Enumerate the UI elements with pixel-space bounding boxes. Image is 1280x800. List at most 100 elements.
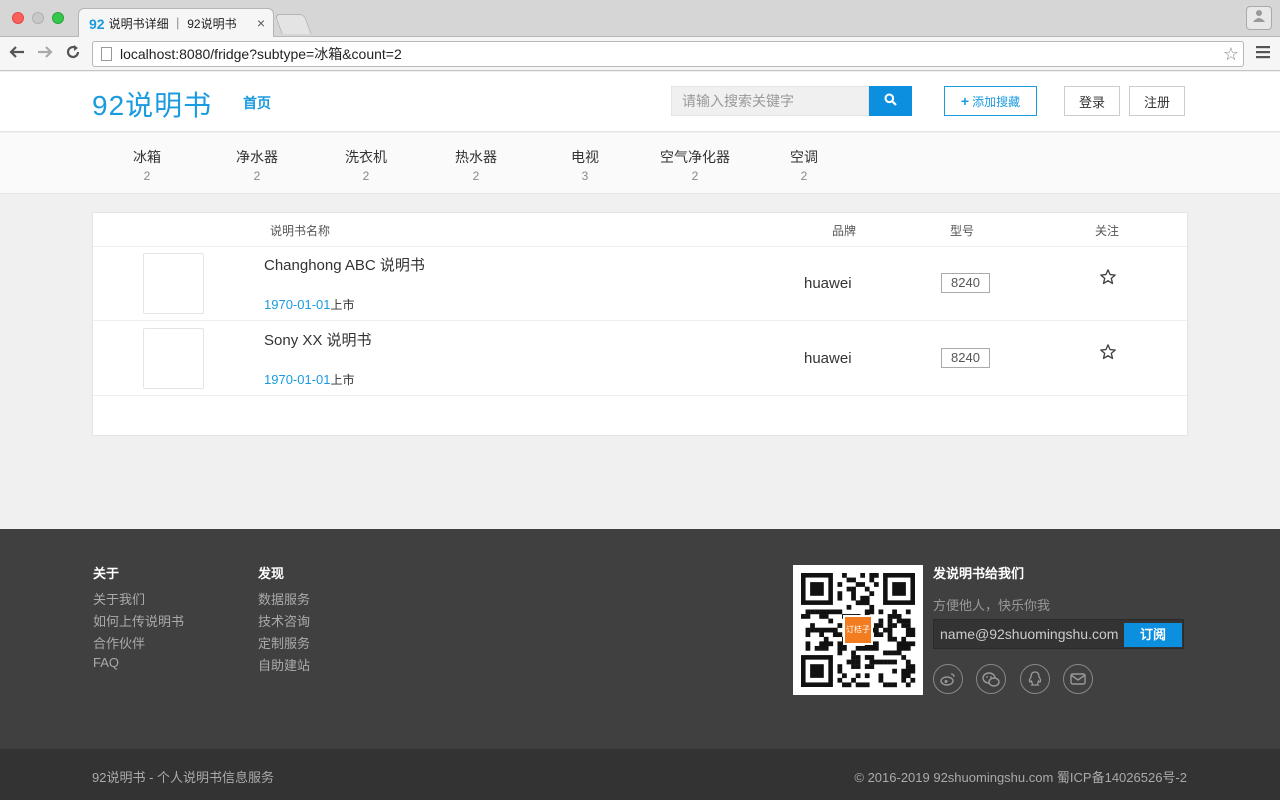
category-count: 2 <box>362 169 370 183</box>
forward-arrow-icon[interactable] <box>36 43 54 65</box>
reload-icon[interactable] <box>64 43 82 65</box>
browser-tab[interactable]: 92 说明书详细 ｜ 92说明书 × <box>78 8 274 38</box>
register-button[interactable]: 注册 <box>1129 86 1185 116</box>
search-input[interactable] <box>671 86 869 116</box>
browser-tab-strip: 92 说明书详细 ｜ 92说明书 × <box>0 0 1280 38</box>
release-date-suffix: 上市 <box>330 298 355 312</box>
new-tab-button[interactable] <box>274 14 312 34</box>
add-favorite-button[interactable]: + 添加搜藏 <box>944 86 1037 116</box>
manual-name[interactable]: Changhong ABC 说明书 <box>264 254 425 275</box>
site-header: 92说明书 首页 + 添加搜藏 登录 注册 <box>0 72 1280 132</box>
release-date-value: 1970-01-01 <box>264 372 331 387</box>
footer-bottom: 92说明书 - 个人说明书信息服务 © 2016-2019 92shuoming… <box>0 749 1280 800</box>
header-name: 说明书名称 <box>270 224 331 238</box>
browser-toolbar: localhost:8080/fridge?subtype=冰箱&count=2… <box>0 37 1280 71</box>
url-text: localhost:8080/fridge?subtype=冰箱&count=2 <box>120 46 402 62</box>
tab-favicon: 92 <box>89 15 105 32</box>
manual-name[interactable]: Sony XX 说明书 <box>264 329 372 350</box>
email-field[interactable] <box>934 620 1124 648</box>
subscribe-button[interactable]: 订阅 <box>1124 623 1182 647</box>
manual-table: 说明书名称 品牌 型号 关注 Changhong ABC 说明书 1970-01… <box>92 212 1188 436</box>
category-fridge[interactable]: 冰箱 2 <box>92 147 202 183</box>
category-name: 空调 <box>790 149 818 165</box>
follow-star-icon[interactable] <box>1099 343 1117 367</box>
footer-link-custom-service[interactable]: 定制服务 <box>258 633 310 652</box>
table-row[interactable]: Sony XX 说明书 1970-01-01上市 huawei 8240 <box>93 321 1187 396</box>
footer-link-faq[interactable]: FAQ <box>93 655 119 670</box>
footer-discover-title: 发现 <box>258 566 285 581</box>
add-favorite-label: 添加搜藏 <box>972 94 1021 109</box>
tab-title: 说明书详细 ｜ 92说明书 <box>108 17 237 31</box>
header-model: 型号 <box>950 224 975 238</box>
release-date: 1970-01-01上市 <box>264 296 355 313</box>
page-icon <box>101 47 112 61</box>
send-manual-subtitle: 方便他人，快乐你我 <box>933 598 1051 613</box>
search-icon <box>884 93 897 109</box>
browser-menu-icon[interactable] <box>1256 45 1270 61</box>
category-name: 热水器 <box>455 149 497 165</box>
maximize-window-button[interactable] <box>52 12 64 24</box>
release-date-value: 1970-01-01 <box>264 297 331 312</box>
header-follow: 关注 <box>1095 224 1120 238</box>
manual-brand: huawei <box>804 275 852 292</box>
category-name: 冰箱 <box>133 149 161 165</box>
subscribe-form: 订阅 <box>933 619 1184 649</box>
login-button[interactable]: 登录 <box>1064 86 1120 116</box>
release-date: 1970-01-01上市 <box>264 371 355 388</box>
category-name: 净水器 <box>236 149 278 165</box>
search-button[interactable] <box>869 86 912 116</box>
copyright: © 2016-2019 92shuomingshu.com 蜀ICP备14026… <box>854 770 1187 785</box>
footer-tagline: 92说明书 - 个人说明书信息服务 <box>92 770 275 785</box>
table-row[interactable]: Changhong ABC 说明书 1970-01-01上市 huawei 82… <box>93 246 1187 321</box>
qr-logo: 订桔子 <box>843 615 873 645</box>
category-name: 洗衣机 <box>345 149 387 165</box>
category-count: 2 <box>143 169 151 183</box>
category-name: 电视 <box>571 149 599 165</box>
category-count: 2 <box>472 169 480 183</box>
manual-thumbnail[interactable] <box>143 328 204 389</box>
manual-brand: huawei <box>804 350 852 367</box>
home-link[interactable]: 首页 <box>243 93 271 113</box>
manual-thumbnail[interactable] <box>143 253 204 314</box>
category-bar: 冰箱 2 净水器 2 洗衣机 2 热水器 2 电视 3 空气净化器 2 空调 2 <box>0 133 1280 194</box>
category-air-conditioner[interactable]: 空调 2 <box>749 147 859 183</box>
model-badge: 8240 <box>941 348 990 368</box>
category-name: 空气净化器 <box>660 149 730 165</box>
footer: 关于 关于我们 如何上传说明书 合作伙伴 FAQ 发现 数据服务 技术咨询 定制… <box>0 529 1280 749</box>
minimize-window-button[interactable] <box>32 12 44 24</box>
category-count: 3 <box>581 169 589 183</box>
footer-link-about-us[interactable]: 关于我们 <box>93 589 145 608</box>
back-arrow-icon[interactable] <box>8 43 26 65</box>
category-water-purifier[interactable]: 净水器 2 <box>202 147 312 183</box>
release-date-suffix: 上市 <box>330 373 355 387</box>
plus-icon: + <box>960 93 970 109</box>
profile-icon[interactable] <box>1246 6 1272 30</box>
category-washing-machine[interactable]: 洗衣机 2 <box>311 147 421 183</box>
footer-link-data-service[interactable]: 数据服务 <box>258 589 310 608</box>
category-air-purifier[interactable]: 空气净化器 2 <box>640 147 750 183</box>
category-count: 2 <box>691 169 699 183</box>
table-header: 说明书名称 品牌 型号 关注 <box>93 213 1187 247</box>
category-count: 2 <box>800 169 808 183</box>
model-badge: 8240 <box>941 273 990 293</box>
wechat-icon[interactable] <box>976 664 1006 694</box>
category-count: 2 <box>253 169 261 183</box>
tab-close-icon[interactable]: × <box>257 15 265 31</box>
qq-icon[interactable] <box>1020 664 1050 694</box>
footer-link-self-build[interactable]: 自助建站 <box>258 655 310 674</box>
close-window-button[interactable] <box>12 12 24 24</box>
footer-link-how-upload[interactable]: 如何上传说明书 <box>93 611 184 630</box>
send-manual-title: 发说明书给我们 <box>933 566 1025 581</box>
follow-star-icon[interactable] <box>1099 268 1117 292</box>
bookmark-star-icon[interactable]: ☆ <box>1223 44 1239 65</box>
category-water-heater[interactable]: 热水器 2 <box>421 147 531 183</box>
footer-link-partners[interactable]: 合作伙伴 <box>93 633 145 652</box>
qr-code: 订桔子 <box>793 565 923 695</box>
footer-about-title: 关于 <box>93 566 120 581</box>
weibo-icon[interactable] <box>933 664 963 694</box>
address-bar[interactable]: localhost:8080/fridge?subtype=冰箱&count=2… <box>92 41 1244 67</box>
category-tv[interactable]: 电视 3 <box>530 147 640 183</box>
site-logo[interactable]: 92说明书 <box>92 84 212 124</box>
footer-link-tech-consult[interactable]: 技术咨询 <box>258 611 310 630</box>
mail-icon[interactable] <box>1063 664 1093 694</box>
